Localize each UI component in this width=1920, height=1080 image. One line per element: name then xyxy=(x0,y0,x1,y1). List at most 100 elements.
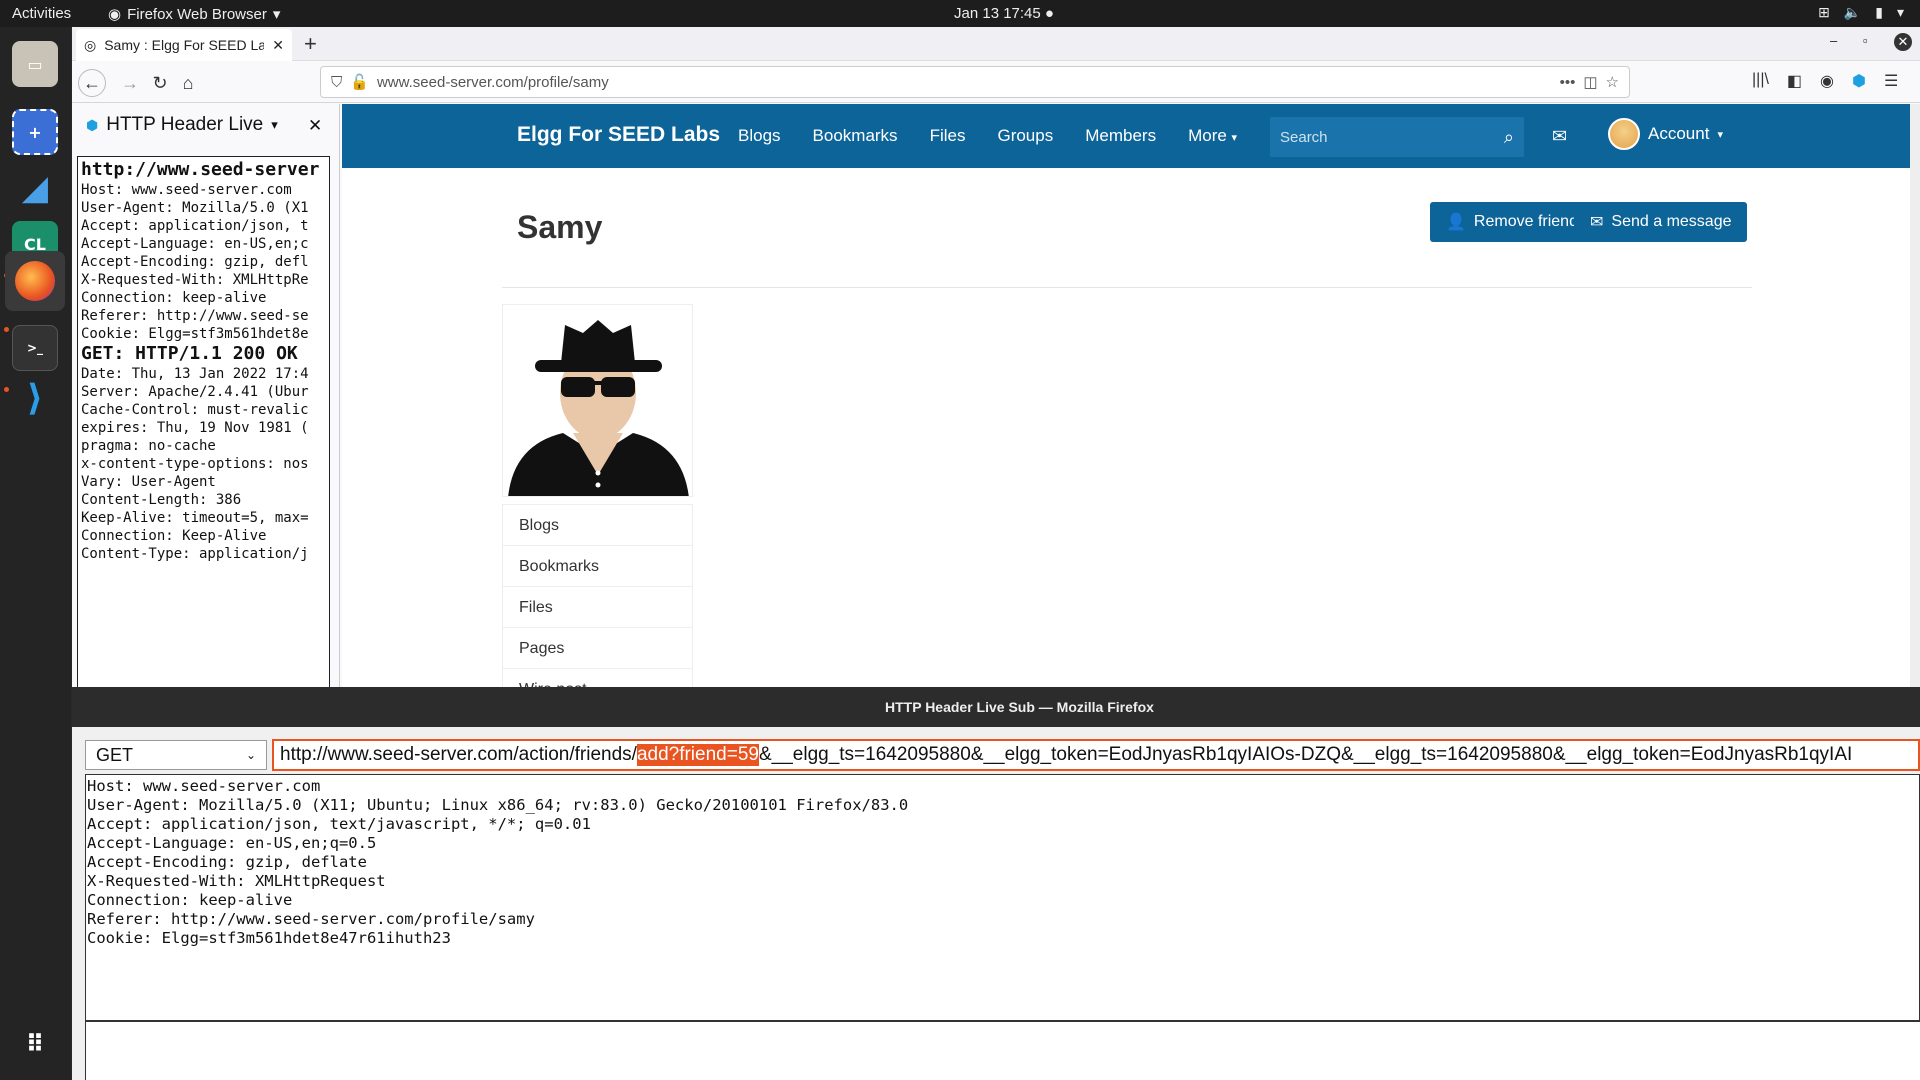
search-input[interactable]: Search xyxy=(1280,129,1504,146)
request-header-line: User-Agent: Mozilla/5.0 (X1 xyxy=(81,200,309,216)
home-button[interactable]: ⌂ xyxy=(174,69,202,97)
network-icon: ⊞ xyxy=(1818,4,1830,20)
request-header-line: Accept-Encoding: gzip, defl xyxy=(81,254,309,270)
request-header-line: Connection: keep-alive xyxy=(81,290,267,306)
menu-blogs[interactable]: Blogs xyxy=(738,126,781,146)
screenshot-icon[interactable]: + xyxy=(12,109,58,155)
status-line: GET: HTTP/1.1 200 OK xyxy=(81,343,298,364)
tab-active[interactable]: ◎ Samy : Elgg For SEED Lab ✕ xyxy=(76,29,292,61)
response-header-line: Vary: User-Agent xyxy=(81,474,216,490)
page-title: Samy xyxy=(517,209,603,245)
request-header-line: Host: www.seed-server.com xyxy=(81,182,292,198)
owner-menu-files[interactable]: Files xyxy=(503,587,692,628)
bookmark-star-icon[interactable]: ☆ xyxy=(1606,73,1619,91)
request-header-line: X-Requested-With: XMLHttpRe xyxy=(81,272,309,288)
owner-menu-blogs[interactable]: Blogs xyxy=(503,505,692,546)
sidebar-title: HTTP Header Live xyxy=(106,114,264,135)
owner-menu-pages[interactable]: Pages xyxy=(503,628,692,669)
page-content: Elgg For SEED Labs Blogs Bookmarks Files… xyxy=(342,104,1920,711)
show-apps-icon[interactable]: ⠿ xyxy=(12,1021,58,1067)
notification-dot-icon: ● xyxy=(1044,5,1054,22)
profile-avatar[interactable] xyxy=(502,304,693,497)
sub-window-titlebar[interactable]: HTTP Header Live Sub — Mozilla Firefox xyxy=(72,687,1920,727)
maximize-button[interactable]: ▫ xyxy=(1863,33,1868,48)
minimize-button[interactable]: – xyxy=(1830,33,1837,48)
wireshark-icon[interactable]: ◢ xyxy=(12,165,58,211)
sidebar-toggle-icon[interactable]: ◧ xyxy=(1787,71,1802,91)
response-header-line: Content-Type: application/j xyxy=(81,546,309,562)
sidebar-header[interactable]: ⬢ HTTP Header Live ▾ xyxy=(86,114,278,136)
request-url-input[interactable]: http://www.seed-server.com/action/friend… xyxy=(272,739,1920,771)
reload-button[interactable]: ↻ xyxy=(146,69,174,97)
close-tab-icon[interactable]: ✕ xyxy=(272,37,284,54)
page-scrollbar[interactable] xyxy=(1910,104,1920,687)
app-menu[interactable]: ◉ Firefox Web Browser ▾ xyxy=(108,5,280,24)
account-label: Account xyxy=(1648,124,1710,143)
search-box[interactable]: Search ⌕ xyxy=(1270,117,1524,157)
remove-friend-button[interactable]: 👤 Remove friend xyxy=(1430,202,1594,242)
dock: ▭ + ◢ CL >_ ⟩ ⠿ xyxy=(0,27,71,1080)
library-icon[interactable]: |||\ xyxy=(1752,71,1769,91)
search-icon[interactable]: ⌕ xyxy=(1504,127,1514,148)
owner-menu-bookmarks[interactable]: Bookmarks xyxy=(503,546,692,587)
response-header-line: expires: Thu, 19 Nov 1981 ( xyxy=(81,420,309,436)
clock[interactable]: Jan 13 17:45 ● xyxy=(954,5,1054,22)
new-tab-button[interactable]: + xyxy=(304,31,317,57)
back-button[interactable]: ← xyxy=(78,69,106,97)
tab-strip: ◎ Samy : Elgg For SEED Lab ✕ + – ▫ ✕ xyxy=(72,27,1920,61)
files-icon[interactable]: ▭ xyxy=(12,41,58,87)
spy-avatar-icon xyxy=(503,305,692,496)
menu-hamburger-icon[interactable]: ☰ xyxy=(1884,71,1898,91)
insecure-lock-icon[interactable]: 🔓 xyxy=(350,73,369,91)
close-sidebar-icon[interactable]: ✕ xyxy=(308,116,322,136)
header-log[interactable]: http://www.seed-server Host: www.seed-se… xyxy=(77,156,330,689)
menu-groups[interactable]: Groups xyxy=(997,126,1053,146)
volume-icon: 🔈 xyxy=(1843,4,1862,20)
response-header-line: x-content-type-options: nos xyxy=(81,456,309,472)
url-suffix: &__elgg_ts=1642095880&__elgg_token=EodJn… xyxy=(758,744,1853,765)
firefox-icon[interactable] xyxy=(5,251,65,311)
url-bar[interactable]: ⛉ 🔓 www.seed-server.com/profile/samy •••… xyxy=(320,66,1630,98)
http-header-live-sidebar: ⬢ HTTP Header Live ▾ ✕ http://www.seed-s… xyxy=(72,104,340,689)
vscode-icon[interactable]: ⟩ xyxy=(12,375,58,421)
url-text: www.seed-server.com/profile/samy xyxy=(376,73,609,91)
pocket-icon[interactable]: ◫ xyxy=(1583,73,1597,91)
menu-more[interactable]: More ▾ xyxy=(1188,126,1237,146)
method-value: GET xyxy=(96,744,134,765)
menu-bookmarks[interactable]: Bookmarks xyxy=(813,126,898,146)
forward-button[interactable]: → xyxy=(116,69,144,97)
request-lines: Host: www.seed-server.com User-Agent: Moz… xyxy=(81,181,326,343)
header-live-extension-icon[interactable]: ⬢ xyxy=(1852,71,1866,91)
close-window-button[interactable]: ✕ xyxy=(1894,33,1912,51)
toolbar-right: |||\ ◧ ◉ ⬢ ☰ xyxy=(1752,71,1898,91)
battery-icon: ▮ xyxy=(1875,4,1883,20)
site-brand[interactable]: Elgg For SEED Labs xyxy=(517,123,720,147)
shield-icon[interactable]: ⛉ xyxy=(331,74,342,91)
send-message-label: Send a message xyxy=(1611,213,1732,230)
terminal-icon[interactable]: >_ xyxy=(12,325,58,371)
chevron-down-icon: ▾ xyxy=(1717,128,1723,141)
chevron-down-icon: ▾ xyxy=(1896,4,1904,20)
send-message-button[interactable]: ✉ Send a message xyxy=(1574,202,1748,242)
elgg-topbar: Elgg For SEED Labs Blogs Bookmarks Files… xyxy=(342,104,1910,168)
response-lines: Date: Thu, 13 Jan 2022 17:4 Server: Apach… xyxy=(81,365,326,563)
page-actions-icon[interactable]: ••• xyxy=(1560,74,1576,91)
menu-files[interactable]: Files xyxy=(930,126,966,146)
menu-members[interactable]: Members xyxy=(1085,126,1156,146)
chevron-down-icon: ⌄ xyxy=(245,748,256,762)
account-icon[interactable]: ◉ xyxy=(1820,71,1834,91)
account-menu[interactable]: Account ▾ xyxy=(1608,118,1723,150)
gnome-top-bar: Activities ◉ Firefox Web Browser ▾ Jan 1… xyxy=(0,0,1920,27)
request-headers-textarea[interactable]: Host: www.seed-server.com User-Agent: Mo… xyxy=(85,774,1920,1021)
system-tray[interactable]: ⊞ 🔈 ▮ ▾ xyxy=(1818,4,1904,21)
method-select[interactable]: GET ⌄ xyxy=(85,740,267,770)
avatar xyxy=(1608,118,1640,150)
response-area[interactable] xyxy=(85,1021,1920,1080)
activities-button[interactable]: Activities xyxy=(12,5,71,22)
chevron-down-icon: ▾ xyxy=(271,117,278,132)
request-header-line: Accept: application/json, t xyxy=(81,218,309,234)
request-url[interactable]: http://www.seed-server xyxy=(81,159,326,181)
response-header-line: pragma: no-cache xyxy=(81,438,216,454)
messages-icon[interactable]: ✉ xyxy=(1552,126,1567,147)
url-prefix: http://www.seed-server.com/action/friend… xyxy=(280,744,637,765)
